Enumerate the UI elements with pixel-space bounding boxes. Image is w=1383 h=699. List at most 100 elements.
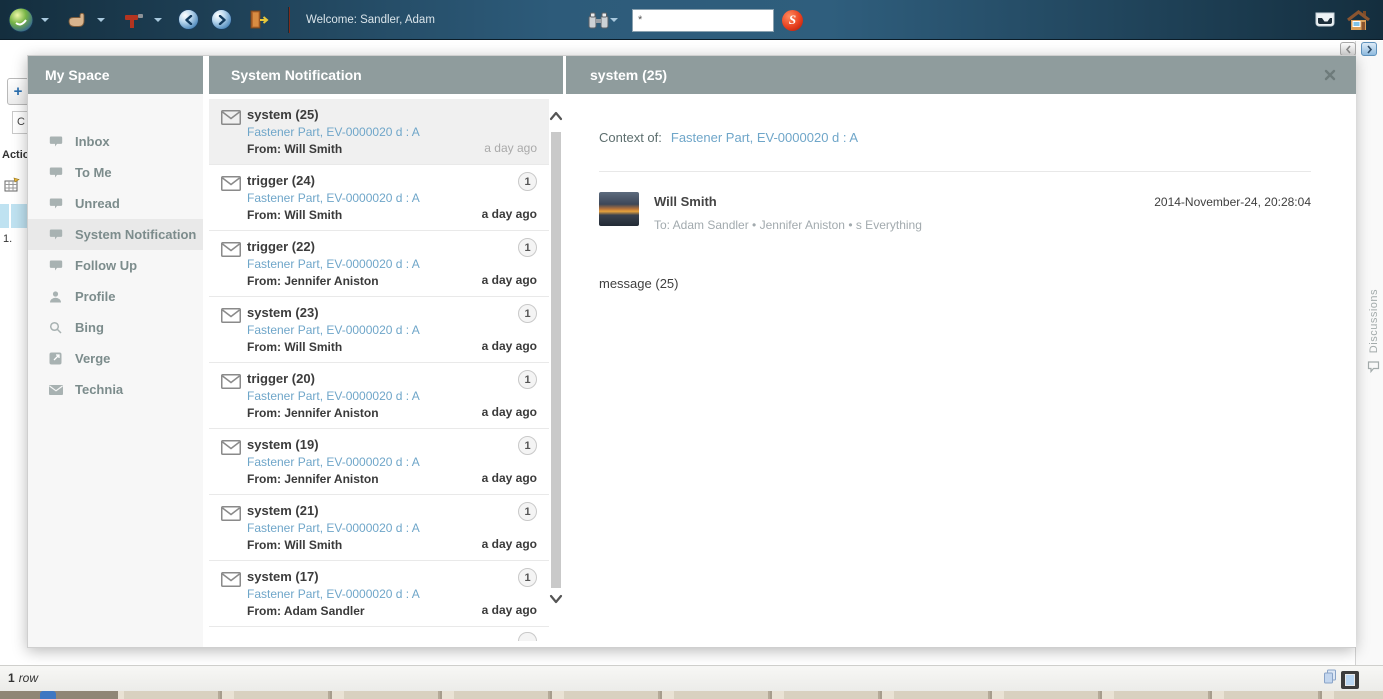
scrollbar-thumb[interactable] [551, 132, 561, 588]
unread-badge: 1 [518, 238, 537, 257]
home-icon[interactable] [1346, 9, 1371, 31]
toolbar-left-group: Welcome: Sandler, Adam [0, 6, 435, 33]
row-count-unit: row [18, 671, 39, 685]
myspace-sidebar: My Space Inbox To Me Unread System Notif… [28, 56, 203, 647]
inbox-icon [48, 197, 63, 210]
logout-door-icon[interactable] [248, 10, 270, 30]
chevron-down-icon[interactable] [154, 17, 162, 22]
hand-icon[interactable] [67, 12, 90, 28]
envelope-icon [221, 440, 241, 460]
table-row-index: 1. [3, 233, 13, 245]
sidebar-item-unread[interactable]: Unread [28, 188, 203, 219]
notification-list-panel: System Notification system (25) Fastener… [209, 56, 563, 647]
discussions-side-tab[interactable]: Discussions [1367, 289, 1380, 378]
detail-title: system (25) [590, 67, 668, 83]
filter-field-partial[interactable]: C [12, 111, 27, 134]
add-button[interactable]: + [7, 78, 27, 105]
binoculars-icon[interactable] [588, 12, 609, 29]
notification-time: a day ago [481, 339, 537, 353]
notification-from: From: Adam Sandler [247, 604, 365, 618]
sidebar-item-profile[interactable]: Profile [28, 281, 203, 312]
notification-list-item[interactable]: system (21) Fastener Part, EV-0000020 d … [209, 495, 549, 561]
page-prev-button[interactable] [1340, 42, 1356, 56]
notification-list-item[interactable]: trigger (24) Fastener Part, EV-0000020 d… [209, 165, 549, 231]
notification-list-item[interactable]: system (23) Fastener Part, EV-0000020 d … [209, 297, 549, 363]
sidebar-item-system-notification[interactable]: System Notification [28, 219, 203, 250]
sidebar-items: Inbox To Me Unread System Notification F… [28, 94, 203, 405]
notification-context-link[interactable]: Fastener Part, EV-0000020 d : A [247, 323, 485, 337]
sender-block: Will Smith To: Adam Sandler • Jennifer A… [654, 192, 922, 232]
detail-header: system (25) [566, 56, 1356, 94]
notification-from: From: Jennifer Aniston [247, 472, 379, 486]
notification-list-item[interactable]: system (19) Fastener Part, EV-0000020 d … [209, 429, 549, 495]
unread-badge-partial [518, 632, 537, 641]
notification-time: a day ago [484, 141, 537, 155]
sidebar-item-to-me[interactable]: To Me [28, 157, 203, 188]
notification-context-link[interactable]: Fastener Part, EV-0000020 d : A [247, 389, 485, 403]
forward-icon[interactable] [211, 9, 232, 30]
notification-list-item[interactable]: trigger (20) Fastener Part, EV-0000020 d… [209, 363, 549, 429]
notification-list-item[interactable]: system (25) Fastener Part, EV-0000020 d … [209, 99, 549, 165]
sidebar-item-verge[interactable]: Verge [28, 343, 203, 374]
scroll-down-icon[interactable] [549, 591, 563, 609]
notification-from: From: Jennifer Aniston [247, 406, 379, 420]
notification-list-item[interactable]: system (17) Fastener Part, EV-0000020 d … [209, 561, 549, 627]
chevron-down-icon[interactable] [41, 17, 49, 22]
notification-time: a day ago [481, 405, 537, 419]
notification-title: system (25) [247, 107, 319, 122]
toolbar-right-group [1314, 0, 1371, 40]
notification-time: a day ago [481, 207, 537, 221]
chevron-down-icon[interactable] [610, 18, 618, 22]
background-page-left: + C Actio 1. [0, 41, 27, 665]
sidebar-item-follow-up[interactable]: Follow Up [28, 250, 203, 281]
notification-context-link[interactable]: Fastener Part, EV-0000020 d : A [247, 587, 485, 601]
message-detail-panel: system (25) Context of: Fastener Part, E… [566, 56, 1356, 647]
message-body: message (25) [599, 276, 679, 291]
message-detail-body: Context of: Fastener Part, EV-0000020 d … [566, 94, 1356, 291]
person-icon [48, 290, 63, 303]
envelope-icon [221, 572, 241, 592]
notification-title: trigger (24) [247, 173, 315, 188]
page-next-button[interactable] [1361, 42, 1377, 56]
notification-context-link[interactable]: Fastener Part, EV-0000020 d : A [247, 521, 485, 535]
notification-context-link[interactable]: Fastener Part, EV-0000020 d : A [247, 455, 485, 469]
discussions-label: Discussions [1367, 289, 1380, 354]
single-view-icon[interactable] [1341, 670, 1359, 689]
envelope-icon [221, 308, 241, 328]
tray-icon[interactable] [1314, 12, 1336, 28]
notification-title: system (19) [247, 437, 319, 452]
notification-from: From: Jennifer Aniston [247, 274, 379, 288]
search-input[interactable] [632, 8, 774, 32]
notification-context-link[interactable]: Fastener Part, EV-0000020 d : A [247, 191, 485, 205]
row-count: 1 row [8, 671, 38, 685]
chevron-down-icon[interactable] [97, 17, 105, 22]
divider [599, 171, 1311, 172]
selected-table-row[interactable] [0, 204, 27, 228]
notification-context-link[interactable]: Fastener Part, EV-0000020 d : A [247, 125, 485, 139]
search-go-button[interactable]: S [782, 9, 803, 31]
avatar [599, 192, 639, 226]
os-taskbar-sliver[interactable] [0, 691, 1383, 699]
notification-title: system (23) [247, 305, 319, 320]
pages-view-icon[interactable] [1323, 669, 1337, 690]
compass-logo[interactable] [8, 7, 34, 33]
notification-list-item[interactable]: trigger (22) Fastener Part, EV-0000020 d… [209, 231, 549, 297]
table-action-icon[interactable] [4, 177, 21, 198]
notification-title: trigger (22) [247, 239, 315, 254]
scroll-up-icon[interactable] [549, 108, 563, 126]
context-link[interactable]: Fastener Part, EV-0000020 d : A [671, 130, 858, 145]
context-row: Context of: Fastener Part, EV-0000020 d … [599, 130, 1311, 145]
message-timestamp: 2014-November-24, 20:28:04 [1154, 195, 1311, 209]
sidebar-item-technia[interactable]: Technia [28, 374, 203, 405]
unread-badge: 1 [518, 436, 537, 455]
close-icon[interactable] [1324, 68, 1336, 84]
external-link-icon [48, 352, 63, 365]
notification-list-item-partial[interactable] [209, 627, 549, 641]
notification-context-link[interactable]: Fastener Part, EV-0000020 d : A [247, 257, 485, 271]
back-icon[interactable] [178, 9, 199, 30]
unread-badge: 1 [518, 370, 537, 389]
tools-icon[interactable] [123, 11, 147, 29]
sidebar-item-inbox[interactable]: Inbox [28, 126, 203, 157]
sidebar-title: My Space [28, 56, 203, 94]
sidebar-item-bing[interactable]: Bing [28, 312, 203, 343]
